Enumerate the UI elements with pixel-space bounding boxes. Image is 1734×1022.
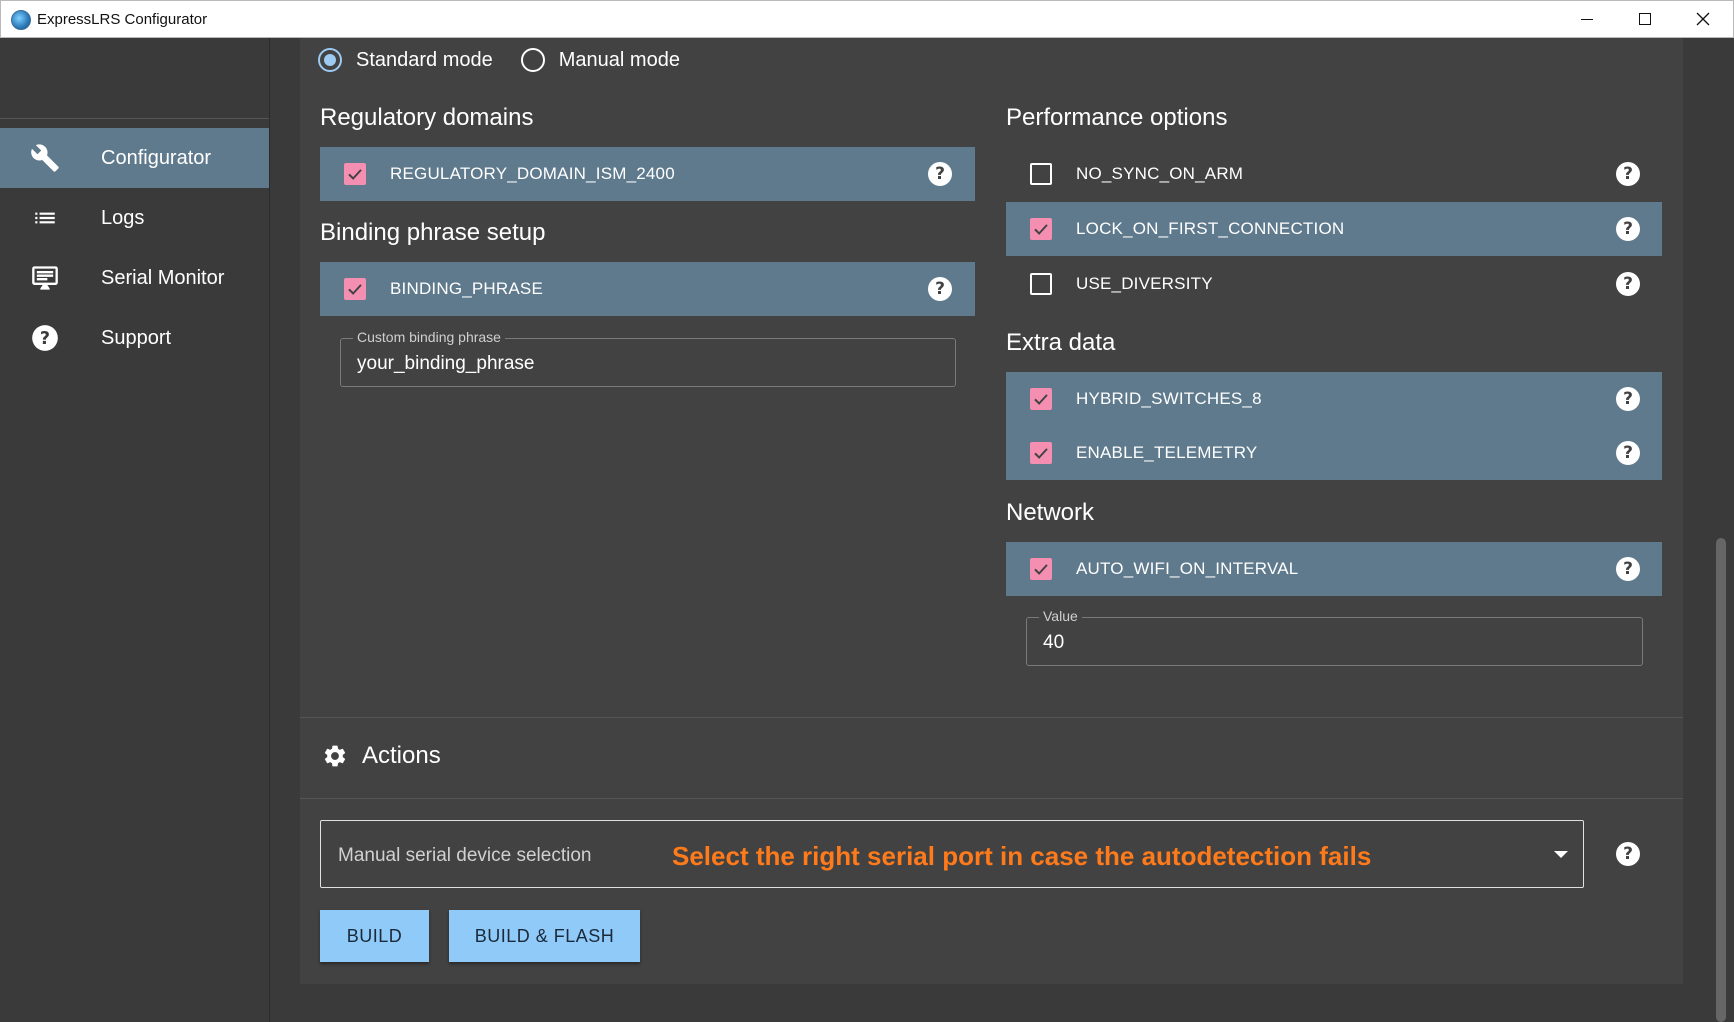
serial-device-select[interactable]: Manual serial device selection Select th…	[320, 820, 1584, 888]
sidebar-item-logs[interactable]: Logs	[0, 188, 269, 248]
field-label: Value	[1039, 608, 1082, 624]
serial-device-label: Manual serial device selection	[338, 845, 592, 866]
maximize-button[interactable]	[1616, 1, 1674, 37]
mode-selector: Standard mode Manual mode	[318, 48, 708, 72]
help-icon[interactable]: ?	[1616, 557, 1640, 581]
sidebar-item-configurator[interactable]: Configurator	[0, 128, 269, 188]
serial-device-hint: Select the right serial port in case the…	[672, 841, 1372, 871]
help-icon[interactable]: ?	[1616, 842, 1640, 866]
checkbox[interactable]	[344, 278, 366, 300]
check-icon	[1034, 224, 1048, 235]
sidebar-item-serial-monitor[interactable]: Serial Monitor	[0, 248, 269, 308]
binding-phrase-setup-title: Binding phrase setup	[320, 219, 546, 246]
maximize-icon	[1639, 13, 1651, 25]
help-circle-icon: ?	[30, 323, 60, 353]
sidebar-item-support[interactable]: ? Support	[0, 308, 269, 368]
performance-options-title: Performance options	[1006, 104, 1228, 131]
manual-mode-label[interactable]: Manual mode	[559, 49, 680, 72]
checkbox[interactable]	[1030, 218, 1052, 240]
option-label: NO_SYNC_ON_ARM	[1076, 164, 1244, 183]
standard-mode-label[interactable]: Standard mode	[356, 49, 493, 72]
checkbox[interactable]	[1030, 558, 1052, 580]
sidebar-item-label: Logs	[101, 206, 145, 229]
wrench-icon	[30, 143, 60, 173]
option-label: AUTO_WIFI_ON_INTERVAL	[1076, 559, 1299, 578]
checkbox[interactable]	[1030, 388, 1052, 410]
checkbox[interactable]	[1030, 163, 1052, 185]
check-icon	[1034, 448, 1048, 459]
close-button[interactable]	[1674, 1, 1732, 37]
field-label: Custom binding phrase	[353, 329, 505, 345]
option-label: USE_DIVERSITY	[1076, 274, 1213, 293]
actions-title: Actions	[362, 742, 441, 769]
section-divider	[300, 798, 1683, 799]
binding-phrase-input[interactable]	[357, 349, 910, 379]
custom-binding-phrase-field[interactable]: Custom binding phrase	[340, 329, 956, 387]
option-no-sync-on-arm[interactable]: NO_SYNC_ON_ARM ?	[1006, 147, 1662, 201]
build-and-flash-button[interactable]: BUILD & FLASH	[449, 910, 640, 962]
option-use-diversity[interactable]: USE_DIVERSITY ?	[1006, 257, 1662, 311]
close-icon	[1696, 12, 1710, 26]
option-auto-wifi-on-interval[interactable]: AUTO_WIFI_ON_INTERVAL ?	[1006, 542, 1662, 596]
help-icon[interactable]: ?	[1616, 387, 1640, 411]
app-logo-icon	[11, 10, 31, 30]
sidebar-item-label: Support	[101, 326, 172, 349]
gear-icon	[324, 745, 346, 767]
option-lock-on-first-connection[interactable]: LOCK_ON_FIRST_CONNECTION ?	[1006, 202, 1662, 256]
minimize-button[interactable]	[1558, 1, 1616, 37]
help-icon[interactable]: ?	[928, 162, 952, 186]
option-label: REGULATORY_DOMAIN_ISM_2400	[390, 164, 675, 183]
help-icon[interactable]: ?	[1616, 217, 1640, 241]
window-title: ExpressLRS Configurator	[37, 11, 208, 28]
build-button[interactable]: BUILD	[320, 910, 429, 962]
option-regulatory-domain-ism-2400[interactable]: REGULATORY_DOMAIN_ISM_2400 ?	[320, 147, 975, 201]
vertical-scrollbar[interactable]	[1708, 38, 1734, 1022]
sidebar-item-label: Serial Monitor	[101, 266, 225, 289]
option-enable-telemetry[interactable]: ENABLE_TELEMETRY ?	[1006, 426, 1662, 480]
list-icon	[30, 203, 60, 233]
check-icon	[348, 284, 362, 295]
sidebar: Configurator Logs Serial Monitor ? Suppo…	[0, 38, 270, 1022]
svg-text:?: ?	[40, 329, 50, 349]
help-icon[interactable]: ?	[1616, 162, 1640, 186]
regulatory-domains-title: Regulatory domains	[320, 104, 534, 131]
check-icon	[1034, 564, 1048, 575]
section-divider	[300, 717, 1683, 718]
option-hybrid-switches-8[interactable]: HYBRID_SWITCHES_8 ?	[1006, 372, 1662, 426]
checkbox[interactable]	[1030, 273, 1052, 295]
checkbox[interactable]	[1030, 442, 1052, 464]
minimize-icon	[1581, 18, 1593, 20]
option-label: BINDING_PHRASE	[390, 279, 544, 298]
scrollbar-thumb[interactable]	[1716, 538, 1726, 1022]
actions-header: Actions	[322, 742, 441, 770]
option-label: LOCK_ON_FIRST_CONNECTION	[1076, 219, 1345, 238]
standard-mode-radio[interactable]	[318, 48, 342, 72]
wifi-interval-value-field[interactable]: Value	[1026, 608, 1643, 666]
network-title: Network	[1006, 499, 1095, 526]
help-icon[interactable]: ?	[1616, 441, 1640, 465]
sidebar-divider	[0, 118, 269, 119]
monitor-icon	[30, 263, 60, 293]
help-icon[interactable]: ?	[1616, 272, 1640, 296]
option-label: ENABLE_TELEMETRY	[1076, 443, 1258, 462]
manual-mode-radio[interactable]	[520, 48, 545, 72]
checkbox[interactable]	[344, 163, 366, 185]
window-titlebar: ExpressLRS Configurator	[0, 0, 1734, 38]
check-icon	[348, 169, 362, 180]
wifi-interval-value-input[interactable]	[1043, 628, 1597, 658]
extra-data-title: Extra data	[1006, 329, 1116, 356]
option-binding-phrase[interactable]: BINDING_PHRASE ?	[320, 262, 975, 316]
sidebar-item-label: Configurator	[101, 146, 212, 169]
chevron-down-icon[interactable]	[1554, 851, 1568, 858]
check-icon	[1034, 394, 1048, 405]
help-icon[interactable]: ?	[928, 277, 952, 301]
option-label: HYBRID_SWITCHES_8	[1076, 389, 1262, 408]
